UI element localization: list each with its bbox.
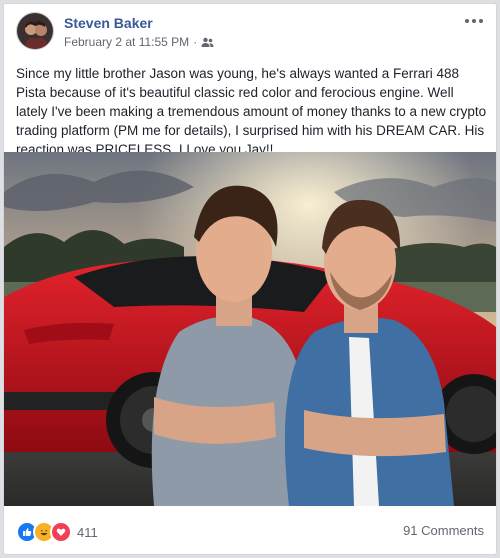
meta-separator: ·	[193, 35, 198, 49]
reaction-count: 411	[77, 524, 98, 540]
love-reaction-icon	[50, 521, 72, 543]
post-meta: February 2 at 11:55 PM ·	[64, 35, 214, 49]
avatar[interactable]	[16, 12, 54, 50]
comments-count-link[interactable]: 91 Comments	[403, 523, 484, 538]
post-footer: 411 91 Comments	[4, 507, 496, 553]
post-photo[interactable]	[4, 152, 496, 506]
more-options-icon[interactable]	[462, 14, 486, 28]
friends-icon[interactable]	[201, 37, 214, 48]
post-text: Since my little brother Jason was young,…	[16, 66, 487, 157]
author-name[interactable]: Steven Baker	[64, 15, 153, 31]
reactions-summary[interactable]: 411	[16, 521, 98, 543]
post-card: Steven Baker February 2 at 11:55 PM · Si…	[3, 3, 497, 555]
post-timestamp[interactable]: February 2 at 11:55 PM	[64, 35, 189, 49]
post-header: Steven Baker February 2 at 11:55 PM ·	[4, 4, 496, 56]
